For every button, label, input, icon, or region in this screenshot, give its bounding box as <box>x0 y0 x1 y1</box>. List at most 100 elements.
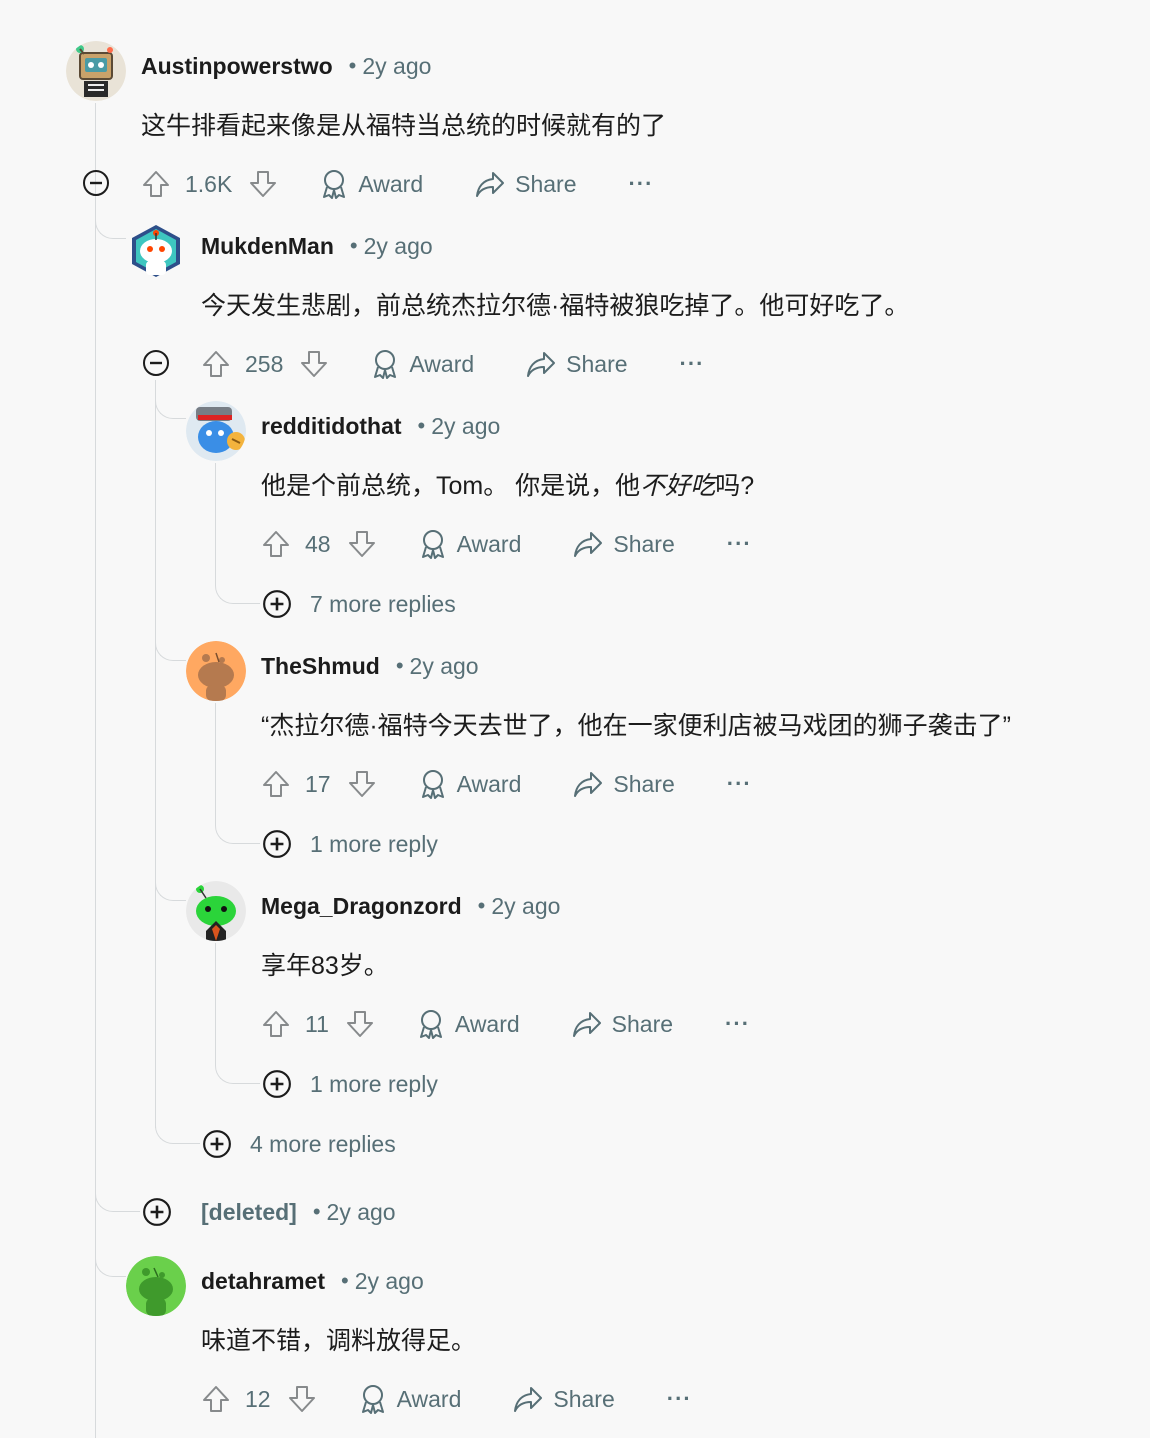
thread-connector <box>155 620 186 661</box>
expand-icon <box>263 590 291 618</box>
upvote-icon[interactable] <box>261 1009 291 1039</box>
share-button[interactable]: Share <box>572 1010 673 1038</box>
share-button[interactable]: Share <box>475 170 576 198</box>
overflow-menu-button[interactable]: ··· <box>667 1386 692 1412</box>
score: 12 <box>245 1385 271 1412</box>
timestamp[interactable]: 2y ago <box>362 53 431 80</box>
thread-line <box>215 463 216 585</box>
avatar[interactable] <box>66 41 126 101</box>
avatar[interactable] <box>186 641 246 701</box>
thread-connector <box>95 200 126 239</box>
more-replies-button[interactable]: 4 more replies <box>202 1128 396 1160</box>
username[interactable]: TheShmud <box>261 653 380 680</box>
username[interactable]: redditidothat <box>261 413 402 440</box>
snoo-avatar-icon <box>132 225 180 277</box>
score: 258 <box>245 350 284 377</box>
comment-body: 味道不错，调料放得足。 <box>201 1327 477 1355</box>
upvote-icon[interactable] <box>141 169 171 199</box>
thread-connector <box>155 860 186 901</box>
downvote-icon[interactable] <box>345 1009 375 1039</box>
upvote-icon[interactable] <box>261 529 291 559</box>
share-button[interactable]: Share <box>573 770 675 798</box>
timestamp[interactable]: 2y ago <box>410 653 479 680</box>
share-icon <box>574 532 603 557</box>
username[interactable]: Austinpowerstwo <box>141 53 333 80</box>
thread-line <box>215 943 216 1065</box>
thread-connector <box>155 380 186 419</box>
comment-meta: Austinpowerstwo • 2y ago <box>141 50 431 82</box>
separator-dot: • <box>417 413 426 438</box>
more-replies-button[interactable]: 7 more replies <box>262 588 456 620</box>
share-icon <box>527 352 556 377</box>
snoo-avatar-icon <box>186 641 246 701</box>
upvote-icon[interactable] <box>201 1384 231 1414</box>
thread-line <box>215 703 216 825</box>
award-button[interactable]: Award <box>371 349 474 379</box>
comment-actions: 11 Award Share ··· <box>261 1004 750 1044</box>
downvote-icon[interactable] <box>287 1384 317 1414</box>
share-button[interactable]: Share <box>573 530 675 558</box>
award-button[interactable]: Award <box>359 1384 461 1414</box>
award-button[interactable]: Award <box>419 529 521 559</box>
comment-meta: redditidothat • 2y ago <box>261 410 500 442</box>
comment-body: 他是个前总统，Tom。 你是说，他不好吃吗? <box>261 472 755 500</box>
share-icon <box>572 1012 601 1037</box>
award-icon <box>421 770 444 799</box>
emphasis: 不好吃 <box>640 472 716 500</box>
avatar[interactable] <box>186 401 246 461</box>
expand-icon <box>263 1070 291 1098</box>
overflow-menu-button[interactable]: ··· <box>680 351 705 377</box>
share-button[interactable]: Share <box>513 1385 615 1413</box>
comment-meta: MukdenMan • 2y ago <box>201 230 433 262</box>
share-icon <box>476 172 505 197</box>
avatar[interactable] <box>186 881 246 941</box>
comment-meta: Mega_Dragonzord • 2y ago <box>261 890 560 922</box>
expand-icon <box>263 830 291 858</box>
timestamp[interactable]: 2y ago <box>431 413 500 440</box>
username[interactable]: Mega_Dragonzord <box>261 893 462 920</box>
comment-actions: 48 Award Share ··· <box>261 524 752 564</box>
expand-icon[interactable] <box>142 1197 172 1227</box>
overflow-menu-button[interactable]: ··· <box>727 531 752 557</box>
overflow-menu-button[interactable]: ··· <box>725 1011 750 1037</box>
award-button[interactable]: Award <box>320 169 423 199</box>
timestamp[interactable]: 2y ago <box>364 233 433 260</box>
avatar[interactable] <box>126 221 186 281</box>
downvote-icon[interactable] <box>347 769 377 799</box>
award-icon <box>361 1385 384 1414</box>
comment-body: 享年83岁。 <box>261 952 389 980</box>
score: 17 <box>305 770 331 797</box>
award-button[interactable]: Award <box>419 769 521 799</box>
thread-connector <box>95 1250 126 1277</box>
comment-body: “杰拉尔德·福特今天去世了，他在一家便利店被马戏团的狮子袭击了” <box>261 712 1011 740</box>
more-replies-button[interactable]: 1 more reply <box>262 828 438 860</box>
separator-dot: • <box>349 233 358 258</box>
timestamp[interactable]: 2y ago <box>491 893 560 920</box>
overflow-menu-button[interactable]: ··· <box>628 171 653 197</box>
award-icon <box>419 1010 442 1039</box>
thread-connector <box>215 575 260 604</box>
downvote-icon[interactable] <box>248 169 278 199</box>
award-icon <box>323 170 346 199</box>
username[interactable]: detahramet <box>201 1268 325 1295</box>
collapse-icon[interactable] <box>142 349 170 377</box>
timestamp[interactable]: 2y ago <box>327 1199 396 1226</box>
overflow-menu-button[interactable]: ··· <box>727 771 752 797</box>
comment-body: 今天发生悲剧，前总统杰拉尔德·福特被狼吃掉了。他可好吃了。 <box>201 292 910 320</box>
snoo-avatar-icon <box>126 1256 186 1316</box>
upvote-icon[interactable] <box>261 769 291 799</box>
more-replies-button[interactable]: 1 more reply <box>262 1068 438 1100</box>
snoo-avatar-icon <box>186 881 246 941</box>
award-button[interactable]: Award <box>417 1009 520 1039</box>
comment-meta: [deleted] • 2y ago <box>201 1196 396 1228</box>
avatar[interactable] <box>126 1256 186 1316</box>
share-button[interactable]: Share <box>526 350 628 378</box>
downvote-icon[interactable] <box>347 529 377 559</box>
downvote-icon[interactable] <box>299 349 329 379</box>
username[interactable]: MukdenMan <box>201 233 334 260</box>
timestamp[interactable]: 2y ago <box>355 1268 424 1295</box>
comment-meta: detahramet • 2y ago <box>201 1265 424 1297</box>
comment-actions: 12 Award Share ··· <box>201 1379 692 1419</box>
upvote-icon[interactable] <box>201 349 231 379</box>
collapse-icon[interactable] <box>82 169 110 197</box>
